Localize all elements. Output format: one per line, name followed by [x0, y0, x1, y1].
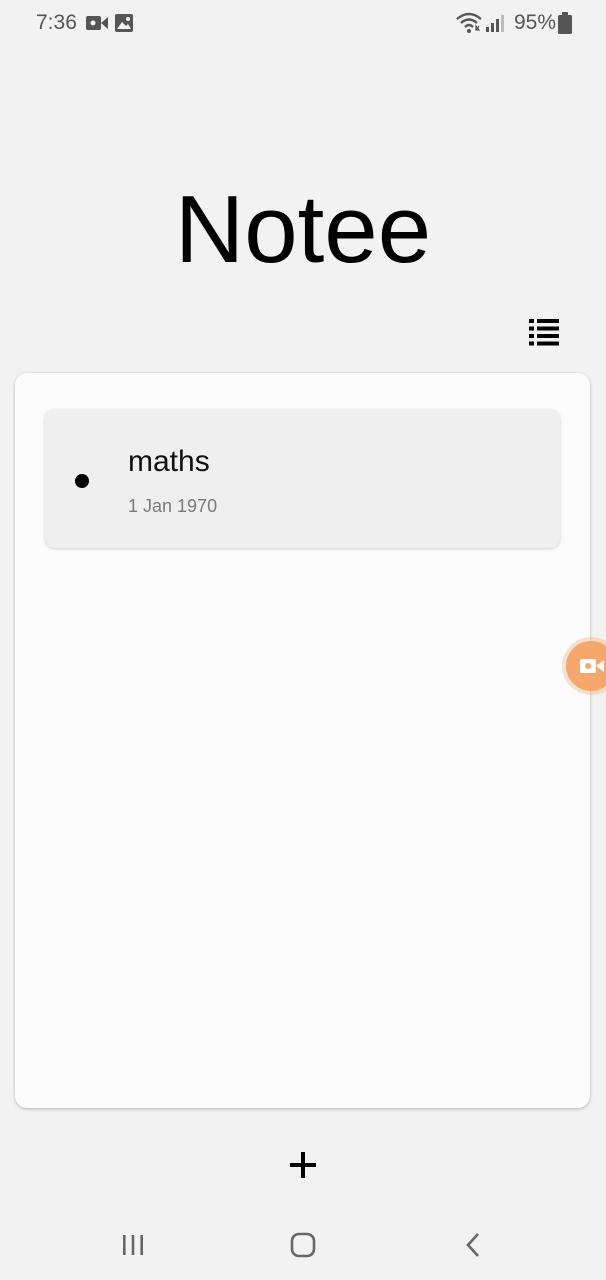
- navigation-bar: [0, 1210, 606, 1280]
- wifi-icon: [456, 12, 482, 33]
- back-button[interactable]: [448, 1225, 498, 1265]
- view-toggle-button[interactable]: [524, 312, 564, 352]
- home-icon: [290, 1232, 316, 1258]
- video-camera-icon: [86, 16, 108, 30]
- battery-percent: 95%: [513, 11, 556, 34]
- note-title: maths: [128, 445, 210, 478]
- notes-list-panel: maths 1 Jan 1970: [15, 373, 590, 1108]
- status-time: 7:36: [36, 11, 77, 34]
- page-title: Notee: [174, 176, 432, 283]
- home-button[interactable]: [278, 1225, 328, 1265]
- add-note-button[interactable]: [278, 1140, 328, 1190]
- list-view-icon: [529, 319, 559, 346]
- status-bar: 7:36 95%: [0, 0, 606, 46]
- note-date: 1 Jan 1970: [128, 496, 218, 516]
- note-bullet: [75, 474, 89, 488]
- note-item[interactable]: maths 1 Jan 1970: [45, 409, 560, 548]
- recent-apps-icon: [123, 1235, 143, 1255]
- plus-icon: [290, 1152, 316, 1178]
- recent-apps-button[interactable]: [108, 1225, 158, 1265]
- image-icon: [115, 14, 133, 32]
- back-icon: [466, 1233, 479, 1257]
- video-camera-icon: [580, 659, 604, 673]
- signal-icon: [486, 15, 504, 32]
- battery-icon: [558, 12, 572, 34]
